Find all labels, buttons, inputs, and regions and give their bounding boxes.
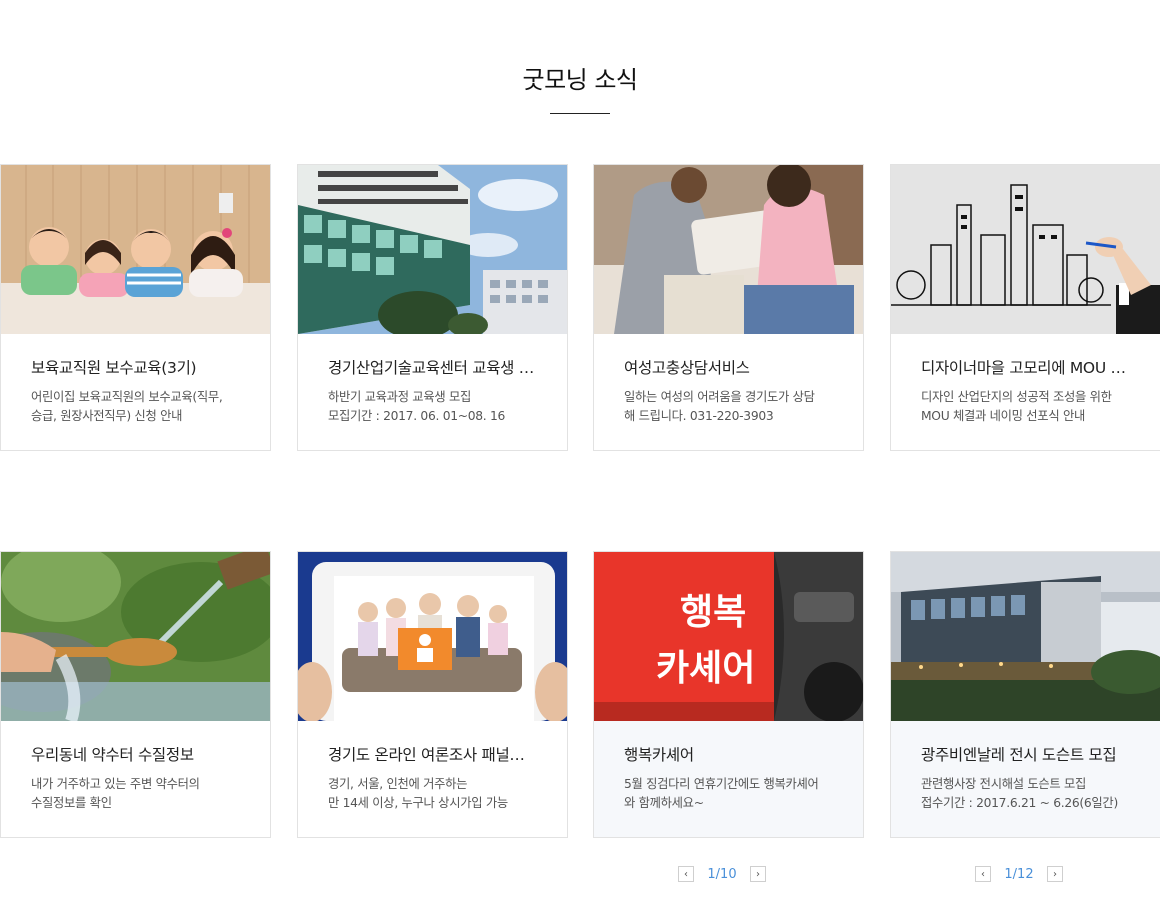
card-title: 행복카셰어	[624, 746, 694, 764]
card-image-biennale	[891, 552, 1160, 721]
pager-biennale: ‹ 1/12 ›	[975, 865, 1063, 883]
card-title: 보육교직원 보수교육(3기)	[31, 359, 197, 377]
news-card-designer-village[interactable]: 디자이너마을 고모리에 MOU 및.. 디자인 산업단지의 성공적 조성을 위한…	[890, 164, 1160, 451]
news-card-biennale-docent[interactable]: 광주비엔날레 전시 도슨트 모집 관련행사장 전시해설 도슨트 모집 접수기간 :…	[890, 551, 1160, 838]
card-title: 경기도 온라인 여론조사 패널모집	[328, 746, 537, 764]
chevron-left-icon[interactable]: ‹	[975, 866, 991, 882]
news-card-car-share[interactable]: 행복 카셰어 행복카셰어 5월 징검다리 연휴기간에도 행복카셰어 와 함께하세요…	[593, 551, 864, 838]
chevron-left-icon[interactable]: ‹	[678, 866, 694, 882]
title-divider	[550, 113, 610, 114]
pager-count: 1/12	[1004, 866, 1034, 882]
card-image-children	[1, 165, 270, 334]
svg-text:카셰어: 카셰어	[656, 648, 755, 689]
card-title: 경기산업기술교육센터 교육생 모집	[328, 359, 537, 377]
news-card-childcare-training[interactable]: 보육교직원 보수교육(3기) 어린이집 보육교직원의 보수교육(직무, 승급, 원…	[0, 164, 271, 451]
card-image-survey-tablet	[298, 552, 567, 721]
news-card-spring-water[interactable]: 우리동네 약수터 수질정보 내가 거주하고 있는 주변 약수터의 수질정보를 확인	[0, 551, 271, 838]
card-image-city-sketch	[891, 165, 1160, 334]
card-title: 디자이너마을 고모리에 MOU 및..	[921, 359, 1130, 377]
pager-count: 1/10	[707, 866, 737, 882]
card-description: 어린이집 보육교직원의 보수교육(직무, 승급, 원장사전직무) 신청 안내	[31, 390, 223, 423]
section-title: 굿모닝 소식	[522, 66, 638, 94]
card-image-counseling	[594, 165, 863, 334]
chevron-right-icon[interactable]: ›	[1047, 866, 1063, 882]
card-description: 관련행사장 전시해설 도슨트 모집 접수기간 : 2017.6.21 ~ 6.26…	[921, 777, 1118, 810]
card-title: 우리동네 약수터 수질정보	[31, 746, 194, 764]
card-description: 디자인 산업단지의 성공적 조성을 위한 MOU 체결과 네이밍 선포식 안내	[921, 390, 1112, 423]
card-image-car-share: 행복 카셰어	[594, 552, 863, 721]
pager-car-share: ‹ 1/10 ›	[678, 865, 766, 883]
card-description: 5월 징검다리 연휴기간에도 행복카셰어 와 함께하세요~	[624, 777, 819, 810]
card-title: 여성고충상담서비스	[624, 359, 750, 377]
card-image-spring-water	[1, 552, 270, 721]
card-description: 일하는 여성의 어려움을 경기도가 상담 해 드립니다. 031-220-3903	[624, 390, 815, 423]
svg-text:행복: 행복	[680, 592, 746, 633]
card-description: 경기, 서울, 인천에 거주하는 만 14세 이상, 누구나 상시가입 가능	[328, 777, 508, 810]
card-description: 하반기 교육과정 교육생 모집 모집기간 : 2017. 06. 01~08. 1…	[328, 390, 506, 423]
card-description: 내가 거주하고 있는 주변 약수터의 수질정보를 확인	[31, 777, 200, 810]
news-card-tech-education[interactable]: 경기산업기술교육센터 교육생 모집 하반기 교육과정 교육생 모집 모집기간 : …	[297, 164, 568, 451]
chevron-right-icon[interactable]: ›	[750, 866, 766, 882]
news-card-online-survey[interactable]: 경기도 온라인 여론조사 패널모집 경기, 서울, 인천에 거주하는 만 14세 …	[297, 551, 568, 838]
card-title: 광주비엔날레 전시 도슨트 모집	[921, 746, 1117, 764]
card-image-building	[298, 165, 567, 334]
news-card-women-counseling[interactable]: 여성고충상담서비스 일하는 여성의 어려움을 경기도가 상담 해 드립니다. 03…	[593, 164, 864, 451]
